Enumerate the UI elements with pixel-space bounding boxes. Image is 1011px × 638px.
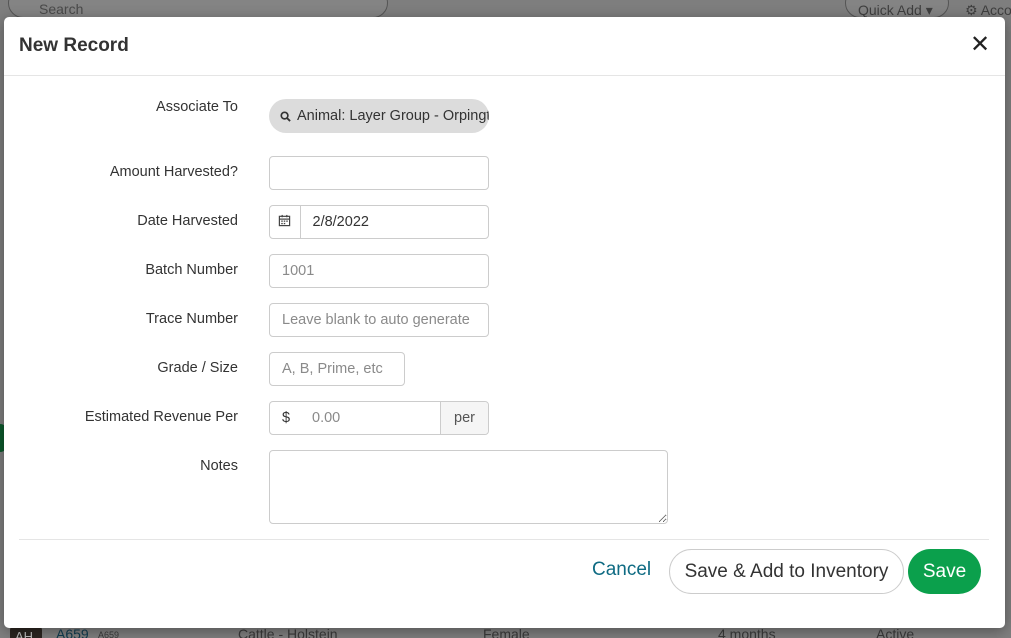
batch-field-wrap <box>269 254 489 288</box>
associate-label: Associate To <box>156 99 238 115</box>
bg-search-input: Search <box>8 0 388 18</box>
associate-select[interactable]: Animal: Layer Group - Orpington <box>269 99 489 133</box>
bg-row-id-small: A659 <box>98 630 120 638</box>
date-input[interactable] <box>300 206 488 238</box>
associate-value: Animal: Layer Group - Orpington <box>297 108 489 124</box>
revenue-label: Estimated Revenue Per <box>84 409 238 425</box>
bg-quick-add-button: Quick Add ▾ <box>845 0 949 18</box>
trace-label: Trace Number <box>145 311 238 327</box>
grade-label: Grade / Size <box>157 360 238 376</box>
bg-account-label: Acco <box>980 2 1011 18</box>
batch-input[interactable] <box>270 255 488 287</box>
modal-header: New Record ✕ <box>4 17 1005 76</box>
search-icon <box>280 110 291 126</box>
save-button[interactable]: Save <box>908 549 981 594</box>
date-label: Date Harvested <box>137 213 238 229</box>
per-unit-dropdown[interactable]: per <box>440 402 488 434</box>
grade-input[interactable] <box>270 353 404 385</box>
close-button[interactable]: ✕ <box>970 31 991 58</box>
trace-field-wrap <box>269 303 489 337</box>
notes-textarea[interactable] <box>269 450 668 524</box>
calendar-icon <box>278 214 291 231</box>
bg-quick-add-label: Quick Add ▾ <box>858 2 933 18</box>
revenue-input[interactable] <box>302 402 440 434</box>
cancel-button[interactable]: Cancel <box>592 559 651 581</box>
bg-account-menu: ⚙ Acco <box>965 2 1011 18</box>
revenue-field-wrap: $ per <box>269 401 489 435</box>
amount-input[interactable] <box>270 157 488 189</box>
save-add-inventory-button[interactable]: Save & Add to Inventory <box>669 549 904 594</box>
footer-divider <box>19 539 989 540</box>
grade-field-wrap <box>269 352 405 386</box>
modal-title: New Record <box>19 35 129 56</box>
bg-search-placeholder: Search <box>39 1 84 17</box>
new-record-modal: New Record ✕ Associate To Animal: Layer … <box>4 17 1005 628</box>
trace-input[interactable] <box>270 304 488 336</box>
amount-label: Amount Harvested? <box>109 164 238 180</box>
currency-prefix: $ <box>281 410 291 426</box>
close-icon: ✕ <box>970 31 991 58</box>
batch-label: Batch Number <box>145 262 238 278</box>
amount-field-wrap <box>269 156 489 190</box>
calendar-button[interactable] <box>270 206 301 238</box>
notes-label: Notes <box>200 458 238 474</box>
date-field-wrap <box>269 205 489 239</box>
bg-gear-icon: ⚙ <box>965 2 978 18</box>
